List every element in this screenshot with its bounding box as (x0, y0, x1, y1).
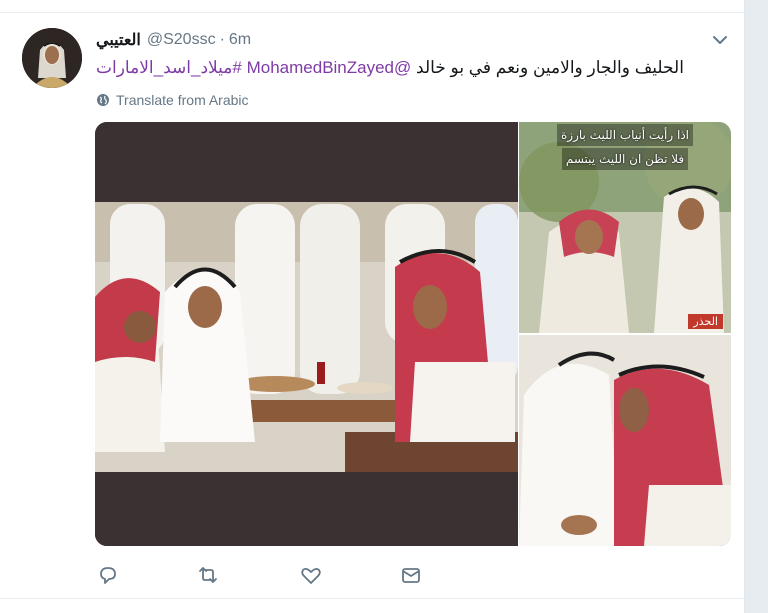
translate-label: Translate from Arabic (116, 92, 249, 108)
tweet-header: العتيبي @S20ssc · 6m (96, 30, 251, 50)
photo-top-right[interactable]: اذا رأيت أنياب الليث بارزة فلا تظن ان ال… (519, 122, 731, 333)
mention-link[interactable]: @MohamedBinZayed (247, 58, 412, 77)
chevron-down-icon[interactable] (711, 33, 729, 47)
tweet-card[interactable]: العتيبي @S20ssc · 6m الحليف والجار والام… (0, 0, 745, 613)
translate-link[interactable]: Translate from Arabic (96, 90, 249, 110)
photo-main[interactable] (95, 122, 518, 546)
reply-icon[interactable] (96, 563, 120, 587)
heart-icon[interactable] (299, 563, 323, 587)
divider (0, 12, 745, 13)
globe-icon (97, 94, 109, 106)
retweet-icon[interactable] (196, 563, 220, 587)
timestamp[interactable]: 6m (229, 31, 251, 49)
caption-line-1: اذا رأيت أنياب الليث بارزة (556, 124, 693, 146)
avatar[interactable] (22, 28, 82, 88)
photo-bottom-right[interactable] (519, 335, 731, 546)
separator: · (219, 31, 225, 48)
author-name[interactable]: العتيبي (96, 30, 141, 50)
image-badge: الحذر (688, 314, 723, 329)
author-handle[interactable]: @S20ssc (147, 31, 216, 49)
envelope-icon[interactable] (399, 563, 423, 587)
tweet-body: الحليف والجار والامين ونعم في بو خالد (416, 58, 684, 77)
image-caption: اذا رأيت أنياب الليث بارزة فلا تظن ان ال… (519, 122, 731, 170)
divider (0, 598, 745, 599)
caption-line-2: فلا تظن ان الليث يبتسم (561, 148, 689, 170)
tweet-text: الحليف والجار والامين ونعم في بو خالد @M… (96, 56, 730, 80)
hashtag-link[interactable]: #ميلاد_اسد_الامارات (96, 58, 242, 77)
media-grid[interactable]: اذا رأيت أنياب الليث بارزة فلا تظن ان ال… (95, 122, 731, 546)
